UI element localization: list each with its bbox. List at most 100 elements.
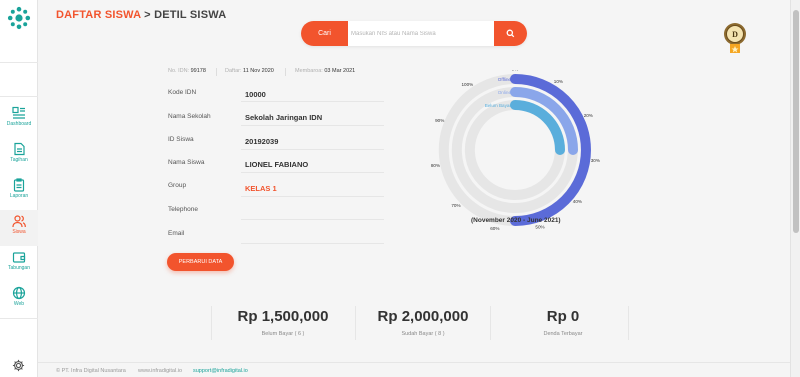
field-value-id-siswa: 20192039 (245, 137, 279, 146)
user-badge-icon[interactable]: D (722, 23, 748, 55)
sidebar: Dashboard Tagihan Laporan Siswa Tabungan… (0, 0, 38, 377)
breadcrumb-parent[interactable]: DAFTAR SISWA (56, 9, 141, 21)
search-category-button[interactable]: Cari (301, 21, 348, 46)
users-icon (12, 215, 26, 228)
field-label-email: Email (168, 230, 185, 237)
summary-sudah-bayar: Rp 2,000,000 Sudah Bayar ( 8 ) (348, 308, 498, 337)
gear-icon[interactable] (12, 359, 25, 372)
meta-daftar: Daftar: 11 Nov 2020 (225, 68, 274, 74)
bill-icon (14, 142, 25, 156)
summary-caption: Belum Bayar ( 6 ) (261, 331, 305, 337)
globe-icon (12, 286, 26, 300)
radial-chart: Offline Online Belum Bayar 0% 10% 20% 30% 40% 50… (430, 70, 600, 230)
field-divider (241, 219, 384, 220)
wallet-icon (12, 252, 26, 263)
sidebar-item-label: Siswa (12, 229, 26, 235)
summary-divider (628, 306, 629, 340)
chart-tick-label: 70% (451, 203, 460, 208)
field-divider (241, 125, 384, 126)
chart-tick-label: 80% (431, 163, 440, 168)
sidebar-item-dashboard[interactable]: Dashboard (0, 102, 38, 138)
chart-tick-label: 40% (573, 199, 582, 204)
sidebar-item-siswa[interactable]: Siswa (0, 210, 38, 246)
chart-series-label: Belum Bayar (485, 103, 512, 108)
summary-amount: Rp 1,500,000 (237, 308, 329, 325)
logo-icon[interactable] (7, 6, 31, 30)
sidebar-item-label: Dashboard (6, 121, 32, 127)
topbar: DAFTAR SISWA > DETIL SISWA Cari (38, 0, 790, 46)
field-value-kode-idn: 10000 (245, 90, 266, 99)
radial-chart-svg: Offline Online Belum Bayar 0% 10% 20% 30% 40% 50… (431, 70, 600, 230)
summary-caption: Sudah Bayar ( 8 ) (401, 331, 445, 337)
field-label-nama-sekolah: Nama Sekolah (168, 113, 211, 120)
meta-member: Membaroa: 03 Mar 2021 (295, 68, 355, 74)
footer-site[interactable]: www.infradigital.io (138, 368, 182, 374)
field-value-nama-siswa: LIONEL FABIANO (245, 160, 309, 169)
breadcrumb: DAFTAR SISWA > DETIL SISWA (56, 9, 226, 21)
chart-series-label: Online (498, 90, 512, 95)
scrollbar-thumb[interactable] (793, 10, 799, 233)
sidebar-item-web[interactable]: Web (0, 282, 38, 318)
meta-daftar-value: 11 Nov 2020 (243, 68, 274, 74)
scrollbar[interactable] (790, 0, 800, 377)
summary-belum-bayar: Rp 1,500,000 Belum Bayar ( 6 ) (208, 308, 358, 337)
field-label-group: Group (168, 182, 187, 189)
sidebar-item-label: Tabungan (8, 265, 30, 271)
field-label-telephone: Telephone (168, 206, 198, 213)
chart-tick-label: 30% (591, 158, 600, 163)
search-input[interactable] (351, 21, 491, 46)
sidebar-divider (0, 318, 38, 319)
field-value-group: KELAS 1 (245, 184, 277, 193)
breadcrumb-separator: > (144, 9, 151, 21)
meta-member-value: 03 Mar 2021 (324, 68, 356, 74)
summary-denda: Rp 0 Denda Terbayar (488, 308, 638, 337)
field-label-id-siswa: ID Siswa (168, 136, 194, 143)
meta-idn: No. IDN: 99178 (168, 68, 206, 74)
field-divider (241, 243, 384, 244)
dashboard-icon (12, 106, 25, 119)
search-button[interactable] (494, 21, 527, 46)
summary-amount: Rp 2,000,000 (377, 308, 469, 325)
chart-series-label: Offline (498, 77, 512, 82)
sidebar-divider (0, 62, 38, 63)
meta-idn-value: 99178 (190, 68, 206, 74)
update-data-button[interactable]: PERBARUI DATA (167, 253, 234, 271)
user-badge-initial: D (732, 30, 738, 39)
sidebar-item-label: Web (13, 301, 25, 307)
field-divider (241, 172, 384, 173)
summary-amount: Rp 0 (546, 308, 580, 325)
meta-idn-label: No. IDN: (168, 68, 190, 74)
sidebar-item-tagihan[interactable]: Tagihan (0, 138, 38, 174)
field-label-nama-siswa: Nama Siswa (168, 159, 205, 166)
sidebar-item-label: Laporan (9, 193, 29, 199)
search-bar: Cari (301, 21, 527, 46)
meta-daftar-label: Daftar: (225, 68, 242, 74)
sidebar-item-laporan[interactable]: Laporan (0, 174, 38, 210)
footer-email[interactable]: support@infradigital.io (193, 368, 248, 374)
sidebar-item-label: Tagihan (10, 157, 28, 163)
footer: © PT. Infra Digital Nusantara www.infrad… (38, 362, 790, 377)
chart-tick-label: 100% (462, 82, 474, 87)
footer-company: © PT. Infra Digital Nusantara (56, 368, 126, 374)
chart-tick-label: 90% (435, 118, 444, 123)
chart-tick-label: 60% (490, 226, 499, 230)
chart-tick-label: 20% (584, 113, 593, 118)
breadcrumb-current: DETIL SISWA (154, 9, 227, 21)
field-divider (241, 149, 384, 150)
chart-tick-label: 50% (535, 225, 544, 230)
sidebar-divider (0, 96, 38, 97)
meta-divider (285, 68, 286, 76)
field-value-nama-sekolah: Sekolah Jaringan IDN (245, 113, 323, 122)
field-divider (241, 101, 384, 102)
report-icon (13, 178, 25, 192)
field-label-kode-idn: Kode IDN (168, 89, 197, 96)
field-divider (241, 196, 384, 197)
summary-caption: Denda Terbayar (543, 331, 583, 337)
meta-member-label: Membaroa: (295, 68, 323, 74)
sidebar-item-tabungan[interactable]: Tabungan (0, 246, 38, 282)
search-icon (506, 29, 515, 38)
chart-tick-label: 10% (554, 79, 563, 84)
chart-caption: (November 2020 - June 2021) (471, 217, 561, 224)
meta-divider (216, 68, 217, 76)
chart-tick-label: 0% (512, 70, 519, 72)
